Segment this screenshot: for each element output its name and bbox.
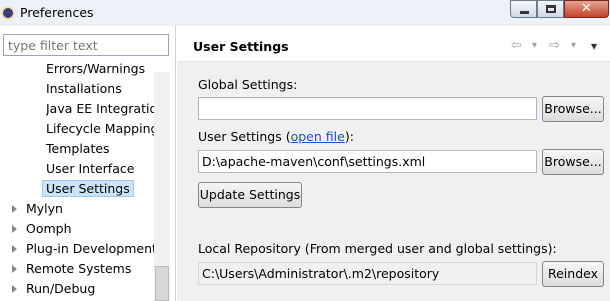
user-settings-label: User Settings (open file): bbox=[198, 129, 354, 144]
tree-item-label: Plug-in Development bbox=[26, 241, 154, 256]
close-button[interactable]: ✕ bbox=[564, 0, 609, 18]
tree-item-errors-warnings[interactable]: Errors/Warnings bbox=[46, 59, 145, 79]
user-settings-label-suffix: ): bbox=[344, 129, 354, 144]
tree-item-oomph[interactable]: Oomph bbox=[0, 219, 154, 239]
forward-dropdown-icon[interactable]: ▾ bbox=[571, 40, 576, 51]
minimize-button[interactable] bbox=[510, 0, 537, 18]
tree-item-label: Run/Debug bbox=[26, 281, 96, 296]
update-settings-button[interactable]: Update Settings bbox=[198, 182, 302, 208]
maximize-icon bbox=[546, 5, 556, 13]
minimize-icon bbox=[520, 11, 529, 14]
global-settings-label: Global Settings: bbox=[198, 77, 298, 92]
tree-item-user-settings[interactable]: User Settings bbox=[42, 179, 134, 199]
user-settings-field[interactable]: D:\apache-maven\conf\settings.xml bbox=[198, 150, 537, 173]
open-file-link[interactable]: open file bbox=[291, 129, 345, 144]
page-header: User Settings ⇦ ▾ ⇨ ▾ ▾ bbox=[177, 26, 610, 62]
maximize-button[interactable] bbox=[537, 0, 564, 18]
preferences-tree-panel: Errors/Warnings Installations Java EE In… bbox=[0, 26, 176, 301]
tree-item-java-ee-integration[interactable]: Java EE Integration bbox=[46, 99, 154, 119]
tree-item-label: Remote Systems bbox=[26, 261, 132, 276]
tree-item-installations[interactable]: Installations bbox=[46, 79, 122, 99]
user-settings-label-prefix: User Settings ( bbox=[198, 129, 291, 144]
tree-item-user-interface[interactable]: User Interface bbox=[46, 159, 134, 179]
tree-item-label: User Settings bbox=[42, 180, 134, 197]
page-title: User Settings bbox=[193, 39, 289, 54]
forward-arrow-icon[interactable]: ⇨ bbox=[549, 38, 560, 53]
filter-input[interactable] bbox=[3, 34, 169, 56]
tree-item-label: Mylyn bbox=[26, 201, 63, 216]
tree-item-label: Errors/Warnings bbox=[46, 61, 146, 76]
tree-item-label: Lifecycle Mapping bbox=[46, 121, 159, 136]
expand-arrow-icon[interactable] bbox=[12, 225, 17, 233]
view-menu-icon[interactable]: ▾ bbox=[591, 39, 597, 53]
close-icon: ✕ bbox=[581, 1, 592, 16]
expand-arrow-icon[interactable] bbox=[12, 245, 17, 253]
tree-item-label: User Interface bbox=[46, 161, 135, 176]
expand-arrow-icon[interactable] bbox=[12, 205, 17, 213]
tree-item-lifecycle-mapping[interactable]: Lifecycle Mapping bbox=[46, 119, 158, 139]
tree-item-templates[interactable]: Templates bbox=[46, 139, 110, 159]
expand-arrow-icon[interactable] bbox=[12, 285, 17, 293]
window-title-bar[interactable]: Preferences ✕ bbox=[0, 0, 610, 26]
tree-item-label: Oomph bbox=[26, 221, 72, 236]
back-dropdown-icon[interactable]: ▾ bbox=[532, 40, 537, 51]
expand-arrow-icon[interactable] bbox=[12, 265, 17, 273]
tree-item-label: Installations bbox=[46, 81, 122, 96]
tree-item-mylyn[interactable]: Mylyn bbox=[0, 199, 154, 219]
preference-page: User Settings ⇦ ▾ ⇨ ▾ ▾ Global Settings:… bbox=[177, 26, 610, 301]
local-repository-field: C:\Users\Administrator\.m2\repository bbox=[198, 262, 537, 285]
tree-scrollbar-thumb[interactable] bbox=[155, 266, 169, 301]
user-browse-button[interactable]: Browse... bbox=[542, 149, 604, 175]
tree-item-plug-in-development[interactable]: Plug-in Development bbox=[0, 239, 154, 259]
back-arrow-icon[interactable]: ⇦ bbox=[511, 38, 522, 53]
reindex-button[interactable]: Reindex bbox=[542, 261, 604, 287]
tree-item-label: Templates bbox=[46, 141, 110, 156]
local-repository-label: Local Repository (From merged user and g… bbox=[198, 241, 557, 256]
global-browse-button[interactable]: Browse... bbox=[542, 96, 604, 122]
tree-item-remote-systems[interactable]: Remote Systems bbox=[0, 259, 154, 279]
page-content: Global Settings: Browse... User Settings… bbox=[177, 62, 610, 301]
eclipse-app-icon bbox=[1, 6, 15, 20]
tree-item-run-debug[interactable]: Run/Debug bbox=[0, 279, 154, 299]
global-settings-field[interactable] bbox=[198, 97, 537, 120]
tree-item-label: Java EE Integration bbox=[46, 101, 154, 116]
window-title: Preferences bbox=[20, 5, 94, 20]
